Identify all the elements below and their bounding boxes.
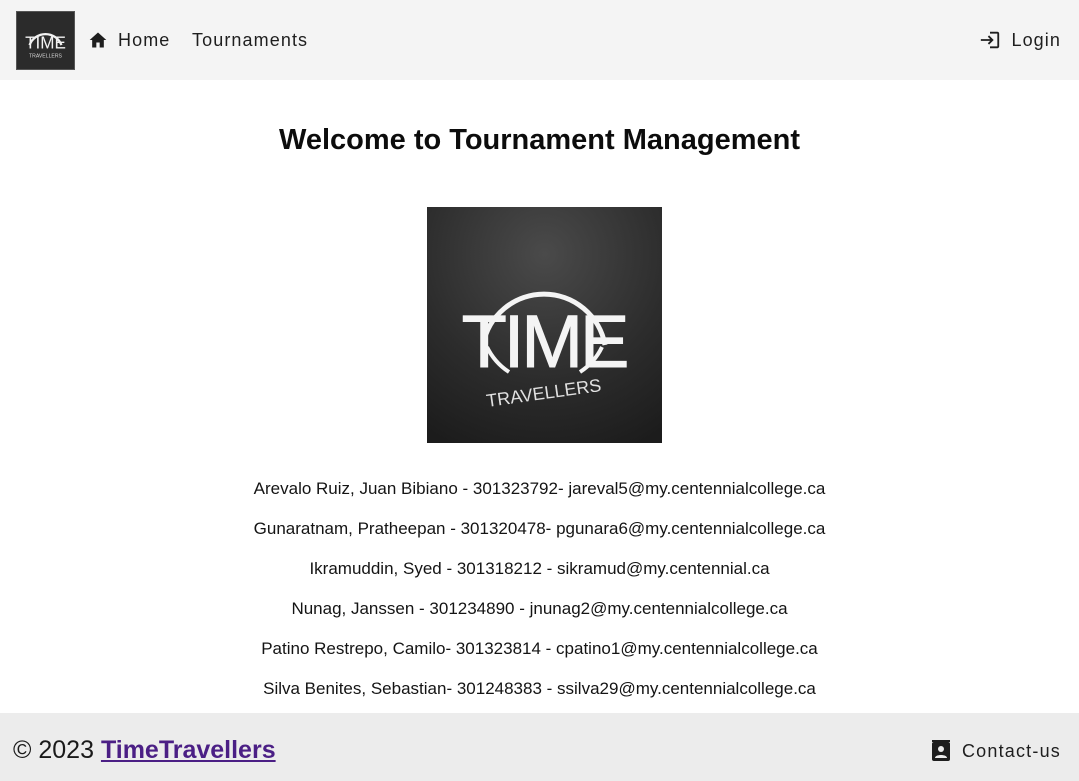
contact-us-link[interactable]: Contact-us bbox=[931, 740, 1061, 762]
member-line: Arevalo Ruiz, Juan Bibiano - 301323792- … bbox=[253, 479, 826, 498]
page-title: Welcome to Tournament Management bbox=[279, 124, 800, 156]
nav-home-label: Home bbox=[118, 29, 171, 50]
nav-tournaments-label: Tournaments bbox=[192, 29, 309, 50]
copyright-prefix: © 2023 bbox=[13, 736, 101, 764]
brand-logo[interactable]: TIME TRAVELLERS bbox=[16, 11, 75, 70]
nav-login-label: Login bbox=[1011, 29, 1061, 50]
member-line: Nunag, Janssen - 301234890 - jnunag2@my.… bbox=[291, 599, 788, 618]
member-line: Ikramuddin, Syed - 301318212 - sikramud@… bbox=[309, 559, 770, 578]
logo-sub-text: TRAVELLERS bbox=[29, 54, 63, 60]
copyright: © 2023 TimeTravellers bbox=[13, 735, 276, 765]
navbar: TIME TRAVELLERS Home Tournaments Login bbox=[0, 0, 1079, 80]
hero-logo-main-text: TIME bbox=[462, 300, 627, 383]
home-icon bbox=[88, 30, 108, 50]
hero-logo-image: TIME TRAVELLERS bbox=[427, 207, 662, 443]
time-travellers-logo-icon: TIME TRAVELLERS bbox=[17, 12, 74, 69]
login-icon bbox=[979, 29, 1001, 51]
footer: © 2023 TimeTravellers Contact-us bbox=[0, 713, 1079, 781]
contact-card-icon bbox=[931, 740, 951, 762]
team-members-list: Arevalo Ruiz, Juan Bibiano - 301323792- … bbox=[0, 476, 1079, 716]
nav-tournaments-link[interactable]: Tournaments bbox=[192, 28, 308, 52]
nav-home-link[interactable]: Home bbox=[88, 28, 170, 52]
member-line: Silva Benites, Sebastian- 301248383 - ss… bbox=[263, 679, 816, 698]
contact-us-label: Contact-us bbox=[961, 740, 1061, 761]
member-line: Patino Restrepo, Camilo- 301323814 - cpa… bbox=[261, 639, 818, 658]
logo-main-text: TIME bbox=[25, 33, 66, 52]
brand-link[interactable]: TimeTravellers bbox=[101, 736, 276, 764]
member-line: Gunaratnam, Pratheepan - 301320478- pgun… bbox=[253, 519, 826, 538]
nav-login-link[interactable]: Login bbox=[979, 28, 1061, 52]
